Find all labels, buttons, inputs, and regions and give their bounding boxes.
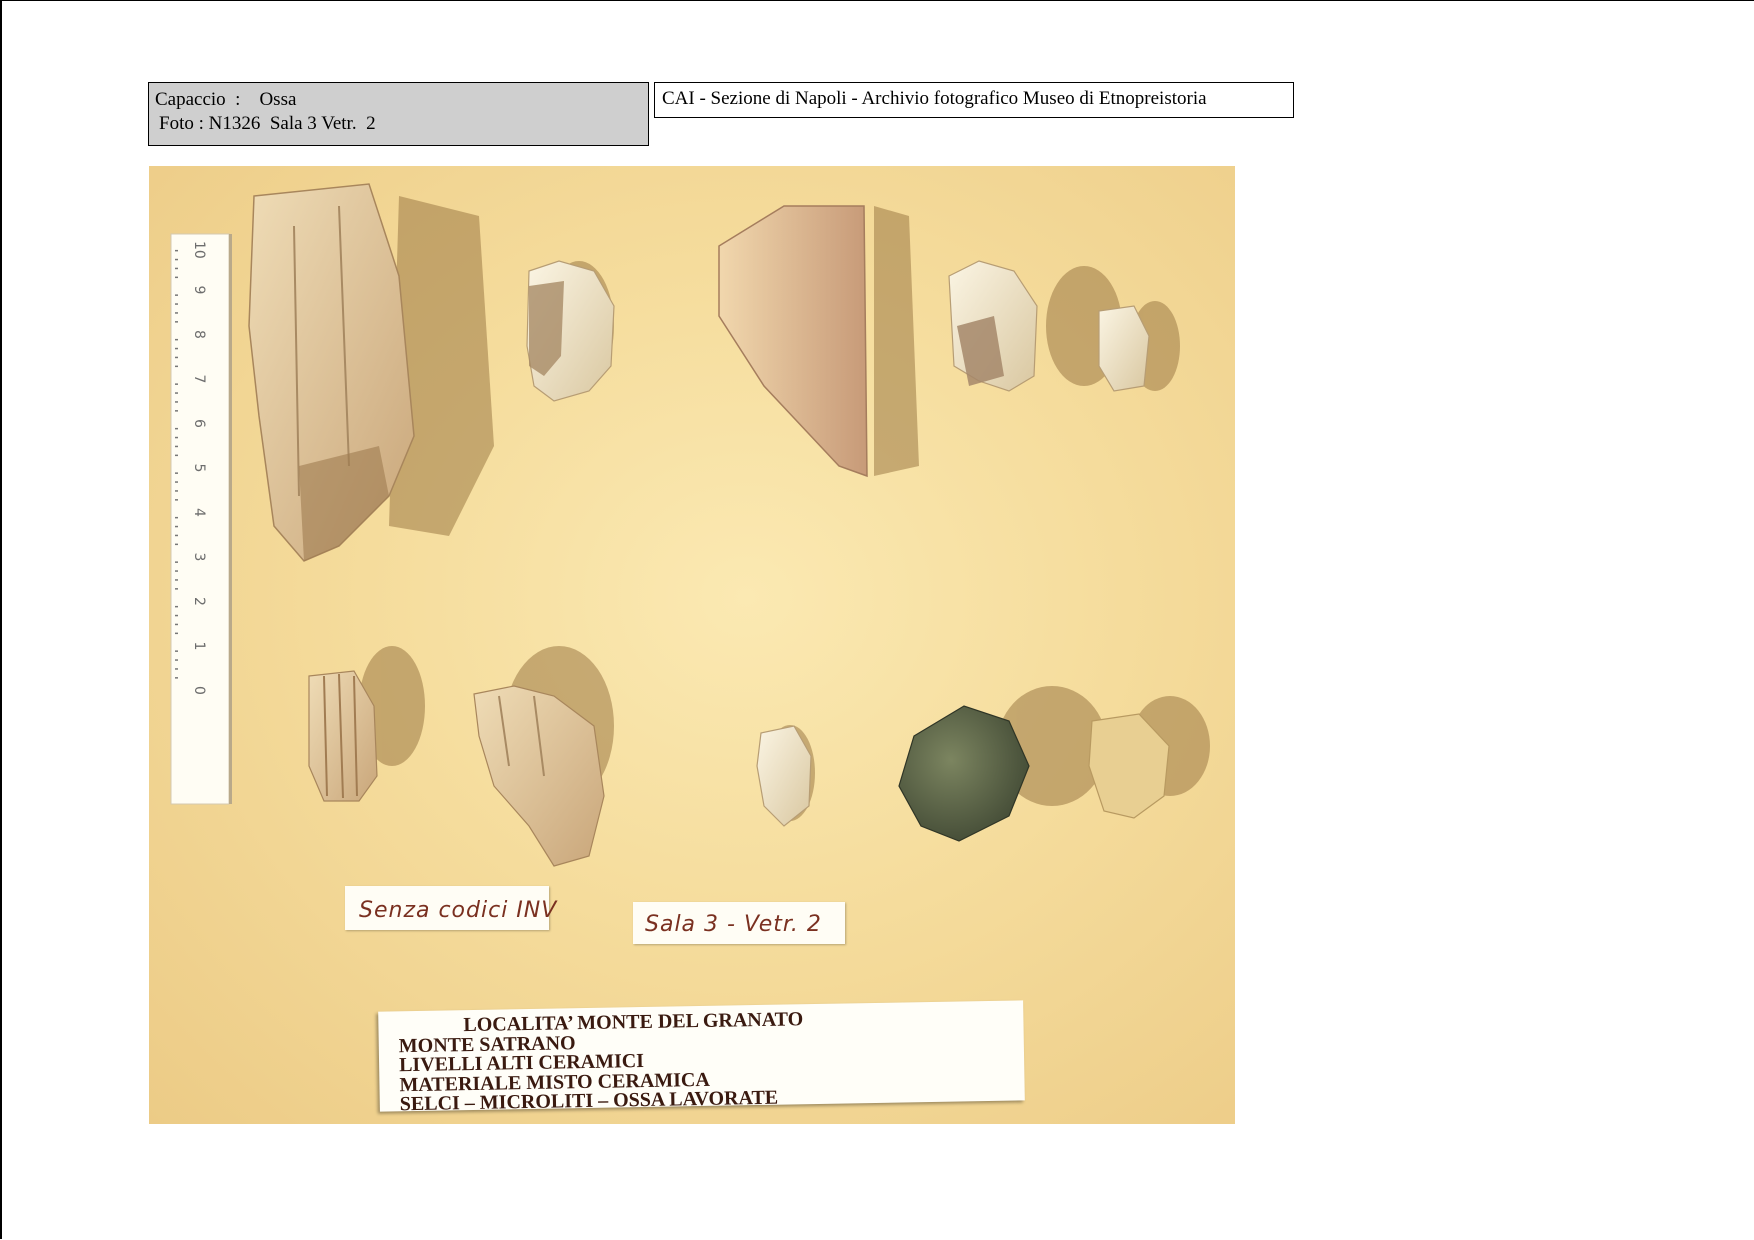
ruler-tick xyxy=(175,650,178,652)
locality-display-card: LOCALITA’ MONTE DEL GRANATO MONTE SATRAN… xyxy=(378,1000,1025,1115)
ruler-tick xyxy=(175,249,178,252)
ruler-tick xyxy=(175,267,178,270)
ruler-number: 1 xyxy=(191,642,207,651)
ceramic-shard xyxy=(718,205,868,478)
ruler-number: 6 xyxy=(191,419,207,428)
ruler-tick xyxy=(175,347,178,350)
handwritten-label-inventory: Senza codici INV xyxy=(345,886,556,930)
ruler-tick xyxy=(175,401,178,403)
ruler-tick xyxy=(175,677,178,679)
handwritten-label-room: Sala 3 - Vetr. 2 xyxy=(633,902,845,944)
measuring-ruler: 0 1 2 3 4 5 6 7 8 9 10 xyxy=(170,233,232,805)
ruler-number: 8 xyxy=(191,330,207,339)
ruler-tick xyxy=(175,534,178,537)
ruler-tick xyxy=(175,454,178,457)
artifact-photo: 0 1 2 3 4 5 6 7 8 9 10 Senza codici INV … xyxy=(149,166,1235,1124)
ruler-tick xyxy=(175,570,178,572)
ruler-number: 4 xyxy=(191,508,207,517)
flint-fragment xyxy=(898,705,1030,842)
photo-info-box: Capaccio : Ossa Foto : N1326 Sala 3 Vetr… xyxy=(148,82,649,146)
ruler-tick xyxy=(175,383,178,385)
ruler-tick xyxy=(175,605,178,608)
ruler-tick xyxy=(175,436,178,439)
photo-id-line: Foto : N1326 Sala 3 Vetr. 2 xyxy=(159,113,376,134)
ruler-tick xyxy=(175,321,178,323)
small-tooth-2 xyxy=(756,725,812,827)
ruler-tick xyxy=(175,258,178,261)
ruler-tick xyxy=(175,294,178,296)
ruler-number: 2 xyxy=(191,597,207,606)
ruler-tick xyxy=(175,445,178,448)
ruler-tick xyxy=(175,481,178,483)
ruler-tick xyxy=(175,276,178,279)
ruler-tick xyxy=(175,659,178,661)
ruler-tick xyxy=(175,427,178,430)
ruler-tick xyxy=(175,490,178,492)
ruler-tick xyxy=(175,392,178,394)
ruler-number: 0 xyxy=(191,686,207,695)
ruler-number: 10 xyxy=(191,241,207,259)
ruler-tick xyxy=(175,410,178,412)
ruler-tick xyxy=(175,312,178,314)
ruler-tick xyxy=(175,543,178,546)
ruler-tick xyxy=(175,588,178,590)
ruler-tick xyxy=(175,632,178,635)
archive-title: CAI - Sezione di Napoli - Archivio fotog… xyxy=(654,82,1294,118)
ruler-tick xyxy=(175,499,178,501)
location-line: Capaccio : Ossa xyxy=(155,89,297,110)
ruler-number: 5 xyxy=(191,464,207,473)
ruler-tick xyxy=(175,579,178,581)
artifacts-illustration: 0 1 2 3 4 5 6 7 8 9 10 xyxy=(170,183,1210,867)
ruler-tick xyxy=(175,356,178,359)
ruler-tick xyxy=(175,525,178,528)
ruler-tick xyxy=(175,472,178,474)
ruler-number: 3 xyxy=(191,553,207,562)
ruler-tick xyxy=(175,614,178,617)
ruler-number: 9 xyxy=(191,286,207,295)
ruler-tick xyxy=(175,623,178,626)
ruler-tick xyxy=(175,338,178,341)
ruler-tick xyxy=(175,303,178,305)
ruler-tick xyxy=(175,365,178,368)
ruler-tick xyxy=(175,561,178,563)
ruler-tick xyxy=(175,668,178,670)
ruler-tick xyxy=(175,516,178,519)
ruler-number: 7 xyxy=(191,375,207,384)
